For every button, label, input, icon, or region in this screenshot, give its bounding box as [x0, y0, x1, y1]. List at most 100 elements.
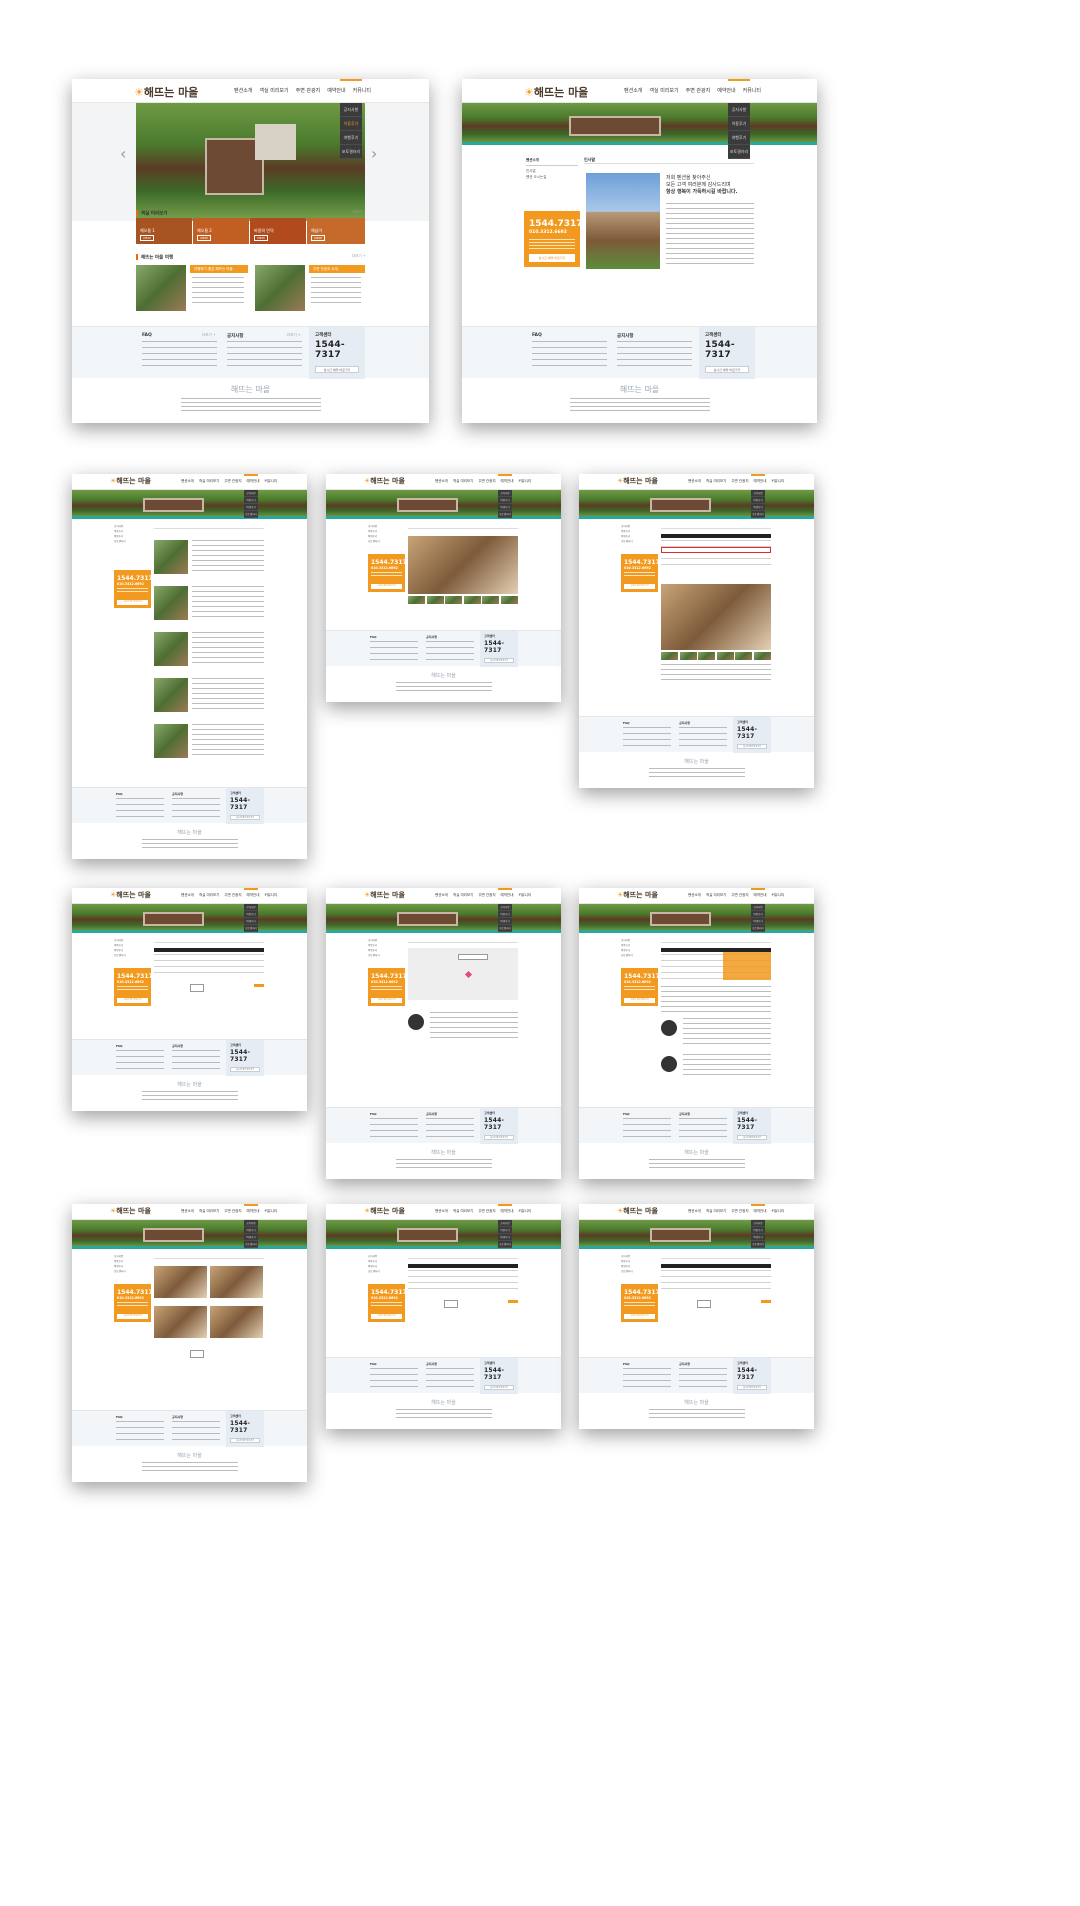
room-tile[interactable]: 해오름 1 VIEW: [136, 218, 192, 244]
notice-list[interactable]: [426, 641, 474, 661]
tour-image[interactable]: [154, 632, 188, 666]
faq-list[interactable]: [370, 641, 418, 661]
notice-more-link[interactable]: 더보기 +: [287, 333, 301, 338]
contact-reserve-button[interactable]: 실시간 예약 바로가기: [624, 1314, 655, 1319]
nav-item[interactable]: 펜션소개: [688, 893, 701, 897]
story-image[interactable]: [255, 265, 305, 311]
nav-item[interactable]: 객실 미리보기: [199, 1209, 219, 1213]
submenu-item[interactable]: 공지사항: [728, 103, 750, 117]
story-image[interactable]: [136, 265, 186, 311]
write-button[interactable]: [761, 1300, 771, 1303]
gallery-photo[interactable]: [154, 1266, 207, 1298]
submenu-item[interactable]: 이용후기: [751, 497, 765, 504]
side-menu-item[interactable]: 포토갤러리: [114, 1269, 148, 1274]
room-thumb[interactable]: [716, 652, 734, 660]
submenu-item[interactable]: 여행후기: [498, 918, 512, 925]
nav-item[interactable]: 커뮤니티: [264, 479, 277, 483]
submenu-item[interactable]: 공지사항: [498, 904, 512, 911]
submenu-item[interactable]: 여행후기: [340, 131, 362, 145]
logo[interactable]: ☀해뜨는 마을: [617, 890, 658, 900]
submenu-item[interactable]: 포토갤러리: [498, 1241, 512, 1248]
nav-item[interactable]: 펜션소개: [181, 1209, 194, 1213]
nav-item[interactable]: 주변 관광지: [731, 479, 748, 483]
nav-item[interactable]: 커뮤니티: [264, 1209, 277, 1213]
side-menu-item[interactable]: 포토갤러리: [368, 1269, 402, 1274]
submenu-item[interactable]: 여행후기: [244, 918, 258, 925]
side-menu-item[interactable]: 포토갤러리: [114, 953, 148, 958]
logo[interactable]: ☀해뜨는 마을: [364, 1206, 405, 1216]
nav-item[interactable]: 주변 관광지: [478, 479, 495, 483]
nav-item[interactable]: 객실 미리보기: [649, 88, 678, 94]
submenu-item[interactable]: 공지사항: [751, 1220, 765, 1227]
room-photo[interactable]: [661, 584, 771, 650]
room-thumb[interactable]: [482, 596, 499, 604]
faq-list[interactable]: [116, 1050, 164, 1070]
submenu-item[interactable]: 이용후기: [498, 497, 512, 504]
room-thumb[interactable]: [463, 596, 481, 604]
contact-reserve-button[interactable]: 실시간 예약 바로가기: [117, 1314, 148, 1319]
faq-list[interactable]: [623, 1368, 671, 1388]
room-tile[interactable]: 해오름 2 VIEW: [193, 218, 249, 244]
nav-item[interactable]: 펜션소개: [435, 1209, 448, 1213]
room-thumb[interactable]: [445, 596, 462, 604]
nav-item[interactable]: 커뮤니티: [771, 1209, 784, 1213]
room-thumb[interactable]: [500, 596, 518, 604]
slider-prev-icon[interactable]: ‹: [120, 144, 126, 163]
submenu-item[interactable]: 공지사항: [340, 103, 362, 117]
contact-reserve-button[interactable]: 실시간 예약 바로가기: [371, 998, 402, 1003]
faq-list[interactable]: [116, 798, 164, 818]
notice-list[interactable]: [172, 1421, 220, 1441]
contact-reserve-button[interactable]: 실시간 예약 바로가기: [117, 600, 148, 605]
submenu-item[interactable]: 포토갤러리: [244, 511, 258, 518]
write-button[interactable]: [508, 1300, 518, 1303]
cs-reserve-button[interactable]: 실시간 예약 바로가기: [230, 1067, 260, 1072]
submenu-item[interactable]: 공지사항: [751, 904, 765, 911]
submenu-item[interactable]: 이용후기: [751, 911, 765, 918]
nav-item[interactable]: 객실 미리보기: [706, 1209, 726, 1213]
nav-item[interactable]: 커뮤니티: [518, 1209, 531, 1213]
contact-reserve-button[interactable]: 실시간 예약 바로가기: [371, 584, 402, 589]
nav-item[interactable]: 펜션소개: [435, 893, 448, 897]
nav-item[interactable]: 객실 미리보기: [199, 479, 219, 483]
submenu-item[interactable]: 여행후기: [751, 918, 765, 925]
room-thumb[interactable]: [698, 652, 715, 660]
submenu-item[interactable]: 여행후기: [751, 1234, 765, 1241]
submenu-item[interactable]: 포토갤러리: [498, 511, 512, 518]
cs-reserve-button[interactable]: 실시간 예약 바로가기: [705, 366, 749, 373]
logo[interactable]: ☀해뜨는 마을: [524, 84, 588, 100]
side-menu-item[interactable]: 포토갤러리: [368, 539, 402, 544]
faq-list[interactable]: [142, 341, 217, 371]
submenu-item[interactable]: 포토갤러리: [340, 145, 362, 159]
logo[interactable]: ☀해뜨는 마을: [110, 890, 151, 900]
submenu-item[interactable]: 이용후기: [498, 911, 512, 918]
logo[interactable]: ☀해뜨는 마을: [134, 84, 198, 100]
nav-item[interactable]: 펜션소개: [688, 1209, 701, 1213]
cs-reserve-button[interactable]: 실시간 예약 바로가기: [484, 1385, 514, 1390]
faq-list[interactable]: [370, 1118, 418, 1138]
submenu-item[interactable]: 여행후기: [244, 504, 258, 511]
rooms-more-link[interactable]: 더보기 +: [352, 210, 366, 215]
room-thumb[interactable]: [408, 596, 425, 604]
nav-item[interactable]: 펜션소개: [181, 893, 194, 897]
nav-item[interactable]: 주변 관광지: [224, 479, 241, 483]
room-thumb[interactable]: [735, 652, 752, 660]
faq-list[interactable]: [116, 1421, 164, 1441]
faq-list[interactable]: [623, 727, 671, 747]
submenu-item[interactable]: 포토갤러리: [498, 925, 512, 932]
submenu-item[interactable]: 여행후기: [244, 1234, 258, 1241]
gallery-photo[interactable]: [154, 1306, 207, 1338]
nav-item[interactable]: 커뮤니티: [264, 893, 277, 897]
nav-item[interactable]: 주변 관광지: [224, 893, 241, 897]
pagination[interactable]: [697, 1300, 711, 1308]
side-menu-item[interactable]: 포토갤러리: [621, 953, 655, 958]
submenu-item[interactable]: 공지사항: [244, 904, 258, 911]
notice-list[interactable]: [426, 1118, 474, 1138]
notice-list[interactable]: [679, 727, 727, 747]
submenu-item[interactable]: 공지사항: [498, 490, 512, 497]
submenu-item[interactable]: 이용후기: [244, 911, 258, 918]
nav-item[interactable]: 주변 관광지: [731, 1209, 748, 1213]
contact-reserve-button[interactable]: 실시간 예약 바로가기: [117, 998, 148, 1003]
logo[interactable]: ☀해뜨는 마을: [617, 476, 658, 486]
story-card-title[interactable]: 여행하기 좋은 해뜨는 마을: [190, 265, 248, 273]
logo[interactable]: ☀해뜨는 마을: [110, 1206, 151, 1216]
